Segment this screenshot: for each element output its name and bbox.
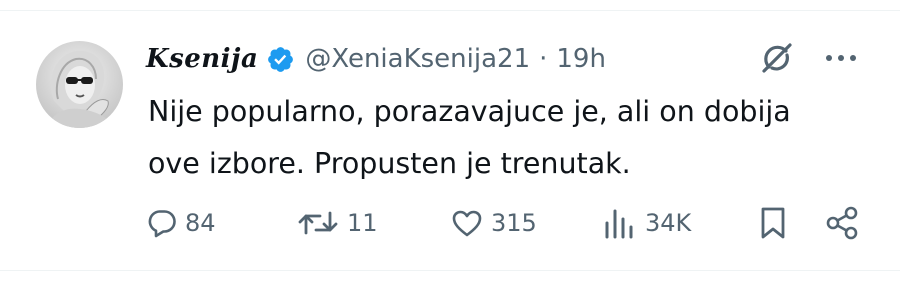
bookmark-icon — [757, 206, 789, 240]
separator-dot: · — [539, 44, 548, 74]
avatar[interactable] — [36, 41, 123, 128]
retweet-arrows-icon — [297, 208, 339, 238]
bottom-divider — [0, 270, 900, 271]
speech-bubble-icon — [147, 208, 177, 238]
tweet-text: Nije popularno, porazavajuce je, ali on … — [148, 86, 848, 190]
like-button[interactable]: 315 — [451, 200, 537, 246]
author-handle[interactable]: @XeniaKsenija21 — [305, 44, 530, 74]
views-button[interactable]: 34K — [603, 200, 691, 246]
verified-badge-icon[interactable] — [266, 45, 295, 74]
views-count: 34K — [645, 209, 692, 237]
tweet-text-line-2: ove izbore. Propusten je trenutak. — [148, 147, 631, 180]
timestamp[interactable]: 19h — [556, 44, 606, 74]
display-name[interactable]: Ksenija — [146, 44, 258, 74]
bookmark-button[interactable] — [757, 200, 789, 246]
more-options-icon[interactable] — [822, 44, 860, 72]
retweet-button[interactable]: 11 — [297, 200, 378, 246]
top-divider — [0, 10, 900, 11]
like-count: 315 — [491, 209, 537, 237]
reply-button[interactable]: 84 — [147, 200, 216, 246]
retweet-count: 11 — [347, 209, 378, 237]
grok-icon[interactable] — [760, 41, 794, 75]
action-bar: 84 11 315 34K — [0, 200, 900, 246]
share-button[interactable] — [824, 200, 860, 246]
bar-chart-icon — [603, 207, 637, 239]
share-nodes-icon — [824, 205, 860, 241]
tweet-text-line-1: Nije popularno, porazavajuce je, ali on … — [148, 95, 791, 128]
reply-count: 84 — [185, 209, 216, 237]
tweet-header: Ksenija @XeniaKsenija21 · 19h — [146, 40, 606, 78]
heart-icon — [451, 208, 483, 238]
